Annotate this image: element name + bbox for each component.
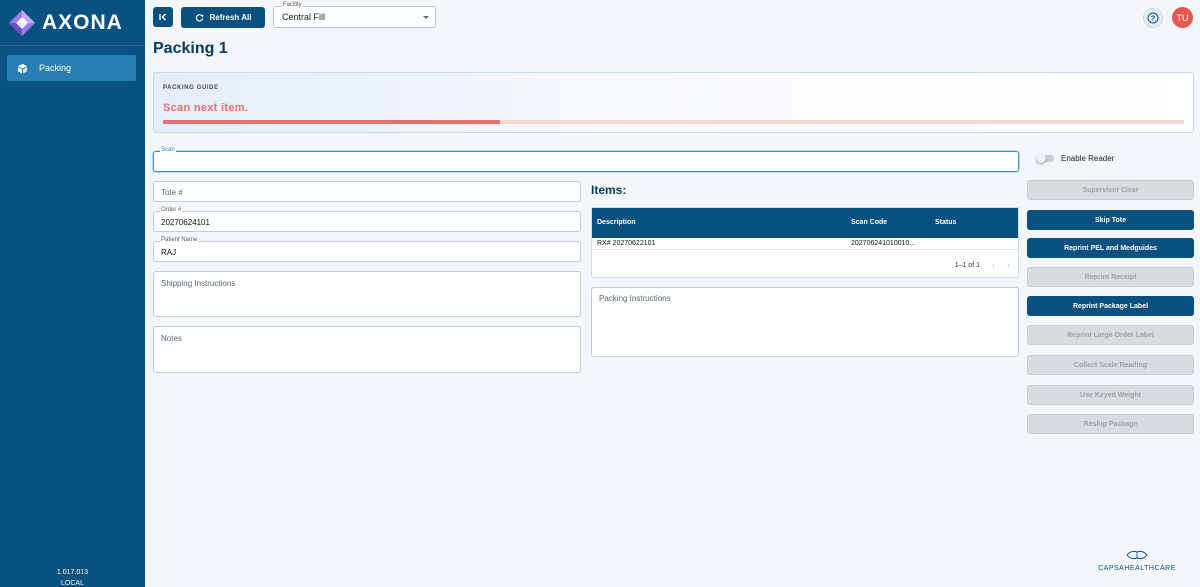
sidebar-item-label: Packing [39,63,72,73]
prev-page-icon[interactable]: ‹ [992,260,995,270]
user-avatar[interactable]: TU [1172,7,1193,28]
reprint-receipt-button[interactable]: Reprint Receipt [1027,267,1194,287]
pagination: 1–1 of 1 ‹ › [955,260,1010,270]
toggle-track [1036,153,1054,163]
next-page-icon[interactable]: › [1007,260,1010,270]
pagination-range: 1–1 of 1 [954,261,980,269]
package-icon [17,63,28,74]
packing-guide-message: Scan next item. [163,102,249,114]
skip-tote-button[interactable]: Skip Tote [1027,210,1194,230]
patient-name-value: RAJ [161,248,177,257]
column-description[interactable]: Description [597,219,636,226]
patient-name-label: Patient Name [160,237,199,243]
toggle-knob [1036,153,1046,163]
reprint-large-order-label-button[interactable]: Reprint Large Order Label [1027,325,1194,345]
version-info: 1.017.013 LOCAL [0,567,145,587]
order-label: Order # [160,207,183,213]
facility-value: Central Fill [282,12,326,22]
svg-text:?: ? [1151,14,1156,23]
reprint-package-label-button[interactable]: Reprint Package Label [1027,296,1194,316]
shipping-instructions-placeholder: Shipping Instructions [161,279,236,288]
patient-name-field[interactable]: Patient Name RAJ [153,237,581,262]
brand: AXONA [0,0,145,46]
sidebar-item-packing[interactable]: Packing [7,55,136,81]
table-row[interactable]: RX# 20270622101 202706241010010... [592,238,1018,250]
app-name: AXONA [42,10,123,34]
packing-progress-fill [163,120,500,124]
collect-scale-reading-button[interactable]: Collect Scale Reading [1027,355,1194,375]
page-title: Packing 1 [153,40,228,57]
row-scan-code: 202706241010010... [851,240,916,247]
shipping-instructions-field[interactable]: Shipping Instructions [153,271,581,317]
help-button[interactable]: ? [1143,8,1163,28]
order-value: 20270624101 [161,218,210,227]
environment-label: LOCAL [61,580,84,587]
notes-placeholder: Notes [161,334,182,343]
axona-logo-icon [9,9,35,36]
sidebar: AXONA Packing 1.017.013 LOCAL [0,0,145,587]
enable-reader-label: Enable Reader [1061,154,1115,163]
table-header: Description Scan Code Status [592,208,1018,238]
version-number: 1.017.013 [56,569,89,576]
refresh-icon [195,14,204,22]
notes-field[interactable]: Notes [153,326,581,373]
refresh-all-button[interactable]: Refresh All [181,7,265,28]
facility-select[interactable]: Facility Central Fill [273,2,436,28]
packing-instructions-field[interactable]: Packing Instructions [591,287,1019,357]
packing-guide: PACKING GUIDE Scan next item. [153,72,1194,133]
packing-progress-bar [163,120,1184,124]
enable-reader-toggle[interactable]: Enable Reader [1036,153,1115,163]
column-status[interactable]: Status [935,219,956,226]
capsa-healthcare-logo: CAPSAHEALTHCARE [1097,547,1177,572]
row-description: RX# 20270622101 [597,240,656,247]
column-scan-code[interactable]: Scan Code [851,219,887,226]
refresh-all-label: Refresh All [209,13,252,22]
footer-brand-text: CAPSAHEALTHCARE [1098,565,1176,572]
packing-instructions-placeholder: Packing Instructions [599,294,671,303]
scan-label: Scan [160,147,176,153]
help-icon: ? [1147,12,1159,24]
collapse-left-icon [159,13,166,21]
order-field[interactable]: Order # 20270624101 [153,207,581,232]
reprint-pel-medguides-button[interactable]: Reprint PEL and Medguides [1027,238,1194,258]
supervisor-clear-button[interactable]: Supervisor Clear [1027,180,1194,200]
facility-label: Facility [282,2,303,8]
scan-input[interactable]: Scan [153,147,1019,172]
use-keyed-weight-button[interactable]: Use Keyed Weight [1027,385,1194,405]
chevron-down-icon [423,16,429,19]
tote-placeholder: Tote # [161,188,183,197]
items-table: Description Scan Code Status RX# 2027062… [591,207,1019,278]
tote-field[interactable]: Tote # [153,181,581,202]
items-title: Items: [591,183,627,197]
reship-package-button[interactable]: Reship Package [1027,414,1194,434]
collapse-sidebar-button[interactable] [153,7,173,27]
packing-guide-caption: PACKING GUIDE [163,85,219,91]
capsa-logo-icon [1126,550,1148,560]
